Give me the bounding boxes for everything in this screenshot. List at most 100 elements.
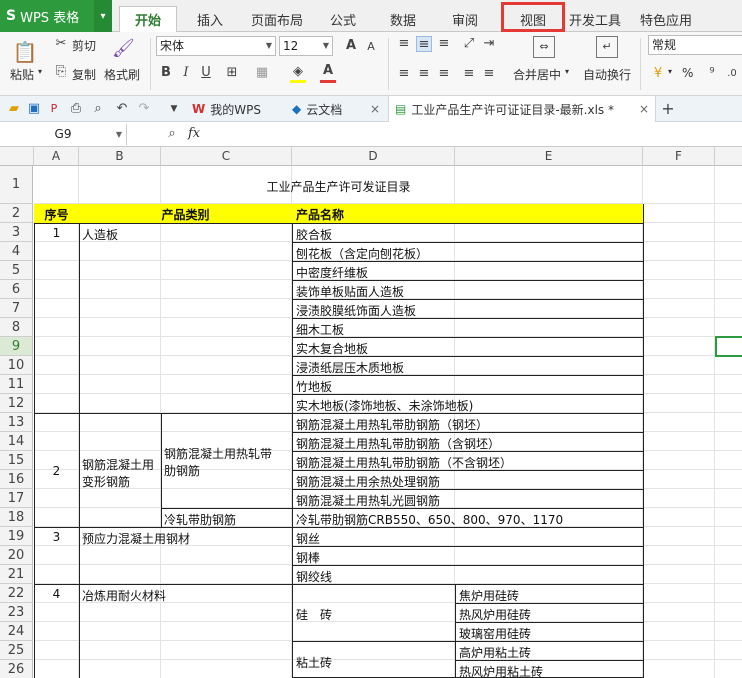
product-item[interactable]: 冷轧带肋钢筋CRB550、650、800、970、1170 [296,511,563,528]
category-2-line2[interactable]: 变形钢筋 [82,473,130,490]
row-header[interactable]: 25 [0,641,33,660]
product-item[interactable]: 胶合板 [296,226,332,243]
header-seq[interactable]: 序号 [34,206,79,223]
row-header[interactable]: 18 [0,508,33,527]
customize-dropdown-icon[interactable]: ▼ [166,101,182,117]
row-header[interactable]: 16 [0,470,33,489]
category-1[interactable]: 人造板 [82,226,118,243]
row-header[interactable]: 17 [0,489,33,508]
chevron-down-icon[interactable]: ▾ [94,0,112,32]
subcategory-2a-line2[interactable]: 肋钢筋 [164,462,200,479]
tab-special[interactable]: 特色应用 [636,6,696,32]
app-menu-button[interactable]: S WPS 表格 ▾ [0,0,112,32]
row-header[interactable]: 1 [0,166,33,204]
header-product[interactable]: 产品名称 [296,206,344,223]
increase-font-icon[interactable]: A [343,38,359,54]
seq-2[interactable]: 2 [34,464,79,478]
font-color-icon[interactable]: A [320,63,336,79]
pdf-icon[interactable]: P [46,101,62,117]
align-right-icon[interactable]: ≡ [436,66,452,82]
seq-3[interactable]: 3 [34,530,79,544]
column-header-a[interactable]: A [34,147,79,166]
align-top-icon[interactable]: ≡ [396,36,412,52]
row-header[interactable]: 11 [0,375,33,394]
row-header[interactable]: 26 [0,660,33,678]
product-item[interactable]: 装饰单板贴面人造板 [296,283,404,300]
cut-button[interactable]: 剪切 [72,37,96,54]
fill-pattern-icon[interactable]: ▦ [254,65,270,81]
select-all-corner[interactable] [0,147,34,166]
paste-dropdown-icon[interactable]: ▾ [38,67,42,76]
align-left-icon[interactable]: ≡ [396,66,412,82]
product-item[interactable]: 热风炉用粘土砖 [459,663,543,678]
product-item[interactable]: 中密度纤维板 [296,264,368,281]
thousands-icon[interactable]: ⁹ [704,66,720,82]
row-header[interactable]: 3 [0,223,33,242]
zoom-icon[interactable]: ⌕ [164,126,180,142]
scissors-icon[interactable]: ✂ [53,36,69,52]
italic-icon[interactable]: I [178,65,194,81]
merge-dropdown-icon[interactable]: ▾ [565,67,569,76]
tab-cloud-docs[interactable]: ◆ 云文档 × [290,96,386,122]
seq-1[interactable]: 1 [34,226,79,240]
formula-input[interactable] [222,124,740,145]
close-icon[interactable]: × [639,102,649,116]
product-item[interactable]: 实木复合地板 [296,340,368,357]
percent-button[interactable]: % [682,66,693,80]
column-header-e[interactable]: E [455,147,643,166]
tab-formulas[interactable]: 公式 [320,6,366,32]
row-header[interactable]: 6 [0,280,33,299]
folder-icon[interactable]: ▰ [6,101,22,117]
decrease-font-icon[interactable]: A [363,39,379,55]
merge-center-icon[interactable]: ⇔ [533,36,555,58]
align-bottom-icon[interactable]: ≡ [436,36,452,52]
product-item[interactable]: 热风炉用硅砖 [459,606,531,623]
merge-center-button[interactable]: 合并居中 [513,66,561,83]
column-header-d[interactable]: D [292,147,455,166]
copy-icon[interactable]: ⎘ [53,64,69,80]
column-header-c[interactable]: C [161,147,292,166]
tab-review[interactable]: 审阅 [442,6,488,32]
row-header[interactable]: 9 [0,337,33,356]
product-item[interactable]: 钢绞线 [296,568,332,585]
subcategory-2a-line1[interactable]: 钢筋混凝土用热轧带 [164,445,272,462]
header-category[interactable]: 产品类别 [79,206,292,223]
align-middle-icon[interactable]: ≡ [416,36,432,52]
sheet-title[interactable]: 工业产品生产许可发证目录 [34,178,643,195]
row-header[interactable]: 22 [0,584,33,603]
row-header[interactable]: 20 [0,546,33,565]
tab-my-wps[interactable]: W 我的WPS [188,96,284,122]
new-tab-icon[interactable]: + [660,101,676,117]
align-center-icon[interactable]: ≡ [416,66,432,82]
tab-document[interactable]: ▤ 工业产品生产许可证证目录-最新.xls * × [388,96,656,122]
tab-developer[interactable]: 开发工具 [566,6,624,32]
row-header[interactable]: 10 [0,356,33,375]
row-header[interactable]: 14 [0,432,33,451]
fx-button[interactable]: fx [188,126,200,141]
product-item[interactable]: 钢丝 [296,530,320,547]
close-icon[interactable]: × [370,102,380,116]
orientation-icon[interactable]: ⤢ [461,36,477,52]
row-header[interactable]: 7 [0,299,33,318]
redo-icon[interactable]: ↷ [136,101,152,117]
decimal-icon[interactable]: .0 [724,66,740,82]
row-header[interactable]: 12 [0,394,33,413]
print-icon[interactable]: ⎙ [68,101,84,117]
row-header[interactable]: 23 [0,603,33,622]
seq-4[interactable]: 4 [34,587,79,601]
chevron-down-icon[interactable]: ▼ [116,124,122,145]
tab-insert[interactable]: 插入 [185,6,235,32]
tab-home[interactable]: 开始 [119,6,177,32]
copy-button[interactable]: 复制 [72,66,96,83]
product-item[interactable]: 高炉用粘土砖 [459,644,531,661]
row-header[interactable]: 19 [0,527,33,546]
product-item[interactable]: 刨花板（含定向刨花板） [296,245,428,262]
product-item[interactable]: 玻璃窑用硅砖 [459,625,531,642]
active-cell-g9[interactable] [715,336,742,357]
row-header[interactable]: 21 [0,565,33,584]
product-item[interactable]: 焦炉用硅砖 [459,587,519,604]
row-header[interactable]: 15 [0,451,33,470]
product-item[interactable]: 钢棒 [296,549,320,566]
product-item[interactable]: 实木地板(漆饰地板、未涂饰地板) [296,397,473,414]
tab-page-layout[interactable]: 页面布局 [245,6,309,32]
